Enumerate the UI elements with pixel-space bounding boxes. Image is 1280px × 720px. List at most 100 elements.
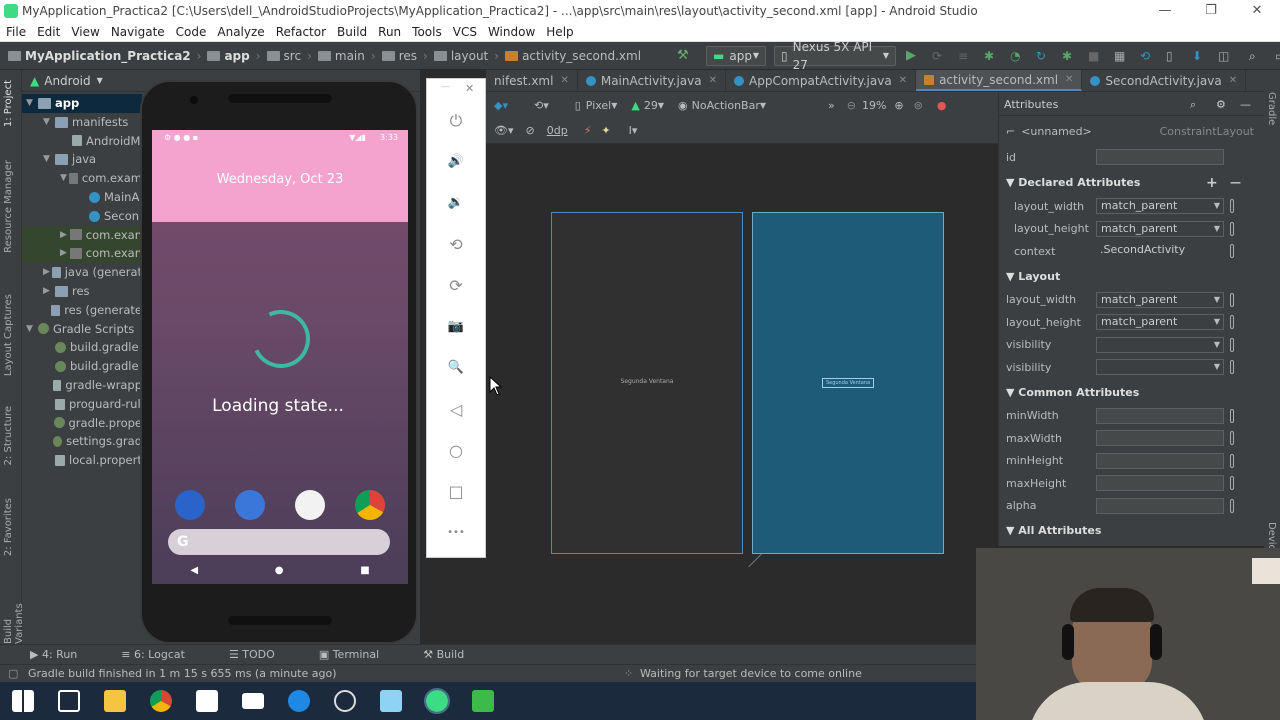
tree-item[interactable]: build.gradle — [22, 357, 142, 376]
stop-icon[interactable]: ■ — [1088, 49, 1104, 63]
power-icon[interactable]: ⏻ — [446, 111, 466, 131]
breadcrumb-layout[interactable]: layout › — [433, 49, 499, 63]
more-icon[interactable]: ••• — [446, 523, 466, 543]
attr-resource-picker[interactable] — [1230, 337, 1234, 352]
green-app-icon[interactable] — [472, 690, 494, 712]
attach-debugger-icon[interactable]: ↻ — [1036, 49, 1052, 63]
breadcrumb-res[interactable]: res › — [381, 49, 428, 63]
phone-home-button[interactable]: ● — [275, 565, 284, 576]
tab-mainactivity[interactable]: MainActivity.java ✕ — [578, 70, 727, 91]
tree-item[interactable]: ▶ java (generat — [22, 263, 142, 282]
rerun-icon[interactable]: ⟳ — [932, 49, 948, 63]
attr-resource-picker[interactable] — [1230, 315, 1234, 329]
phone-back-button[interactable]: ◀ — [190, 565, 198, 576]
menu-analyze[interactable]: Analyze — [217, 22, 264, 41]
attr-value[interactable] — [1096, 475, 1224, 491]
chevron-down-icon[interactable]: ▼ — [26, 320, 38, 339]
search-icon[interactable]: ⌕ — [1249, 49, 1265, 63]
tool-layout-captures[interactable]: Layout Captures — [3, 294, 14, 376]
tool-favorites[interactable]: 2: Favorites — [3, 498, 14, 556]
unity-icon[interactable] — [334, 690, 356, 712]
tree-item[interactable]: gradle.prope — [22, 414, 142, 433]
blueprint-textview[interactable]: Segunda Ventana — [822, 378, 874, 388]
tab-secondactivity[interactable]: SecondActivity.java ✕ — [1082, 70, 1247, 91]
attr-resource-picker[interactable] — [1230, 292, 1234, 307]
file-explorer-icon[interactable] — [104, 690, 126, 712]
tree-item[interactable]: ▶ com.exan — [22, 244, 142, 264]
hide-icon[interactable]: — — [1240, 94, 1251, 116]
theme-select[interactable]: NoActionBar — [692, 99, 760, 112]
tab-manifest[interactable]: nifest.xml ✕ — [486, 70, 578, 91]
camera-icon[interactable]: 📷 — [446, 317, 466, 337]
error-icon[interactable]: ● — [937, 99, 947, 112]
design-textview[interactable]: Segunda Ventana — [551, 378, 743, 385]
attr-value[interactable] — [1096, 452, 1224, 469]
emulator-close-button[interactable]: ✕ — [465, 82, 474, 95]
gear-icon[interactable]: ⚙ — [1216, 94, 1226, 116]
tree-item[interactable]: build.gradle — [22, 338, 142, 357]
attr-value[interactable]: match_parent ▼ — [1096, 314, 1224, 330]
chrome-icon[interactable] — [150, 690, 172, 712]
home-icon[interactable]: ○ — [446, 441, 466, 461]
attr-value[interactable] — [1096, 497, 1224, 514]
tree-item[interactable]: local.propert — [22, 451, 142, 470]
tool-project[interactable]: 1: Project — [3, 80, 14, 127]
attr-resource-picker[interactable] — [1230, 453, 1234, 468]
emulator-minimize-button[interactable]: — — [441, 82, 450, 92]
attr-section-header[interactable]: ▼ Common Attributes — [1000, 382, 1262, 404]
menu-build[interactable]: Build — [337, 22, 367, 41]
tree-item[interactable]: res (generate — [22, 301, 142, 320]
tree-item[interactable]: ▼ java — [22, 150, 142, 169]
zoom-fit-icon[interactable]: ⊚ — [914, 99, 923, 112]
menu-vcs[interactable]: VCS — [453, 22, 477, 41]
tree-item[interactable]: proguard-rul — [22, 395, 142, 414]
close-icon[interactable]: ✕ — [1065, 69, 1073, 91]
tree-item[interactable]: ▶ com.exan — [22, 225, 142, 245]
attr-section-header[interactable]: ▼ All Attributes — [1000, 520, 1262, 542]
attach-process-icon[interactable]: ✱ — [1062, 49, 1078, 63]
chevron-down-icon[interactable]: ▼ — [1214, 315, 1220, 329]
menu-view[interactable]: View — [71, 22, 99, 41]
breadcrumb-src[interactable]: src › — [266, 49, 312, 63]
rotate-right-icon[interactable]: ⟳ — [446, 276, 466, 296]
tool-structure[interactable]: 2: Structure — [3, 406, 14, 465]
api-level-select[interactable]: 29 — [644, 99, 658, 112]
task-view-icon[interactable] — [58, 690, 80, 712]
device-select[interactable]: ▯ Nexus 5X API 27 ▼ — [774, 40, 896, 72]
breadcrumb-file[interactable]: activity_second.xml — [505, 49, 641, 63]
autoconnect-icon[interactable]: ⊘ — [526, 124, 535, 137]
hammer-icon[interactable]: ⚒ — [677, 49, 693, 63]
attr-resource-picker[interactable] — [1230, 221, 1234, 236]
tree-item[interactable]: AndroidM — [22, 132, 142, 151]
tree-item[interactable]: MainA — [22, 188, 142, 207]
attr-resource-picker[interactable] — [1230, 476, 1234, 490]
attr-resource-picker[interactable] — [1230, 244, 1234, 258]
tool-terminal[interactable]: ▣ Terminal — [319, 648, 401, 661]
run-icon[interactable]: ▶ — [906, 49, 922, 63]
attr-resource-picker[interactable] — [1230, 408, 1234, 423]
search-icon[interactable]: ⌕ — [1190, 94, 1196, 116]
tool-resource-manager[interactable]: Resource Manager — [3, 160, 14, 253]
tree-item[interactable]: ▼ manifests — [22, 113, 142, 132]
chevron-right-icon[interactable]: ▶ — [43, 263, 52, 282]
sdk-manager-icon[interactable]: ⬇ — [1192, 49, 1208, 63]
chevron-down-icon[interactable]: ▼ — [60, 169, 69, 188]
attr-section-header[interactable]: ▼ Declared Attributes + — — [1000, 172, 1262, 194]
zoom-out-icon[interactable]: ⊖ — [847, 99, 856, 112]
zoom-icon[interactable]: 🔍 — [446, 358, 466, 378]
restore-button[interactable]: ❐ — [1188, 0, 1234, 22]
attr-value[interactable]: match_parent ▼ — [1096, 291, 1224, 308]
device-manager-icon[interactable]: ▭ — [1275, 49, 1280, 63]
chevron-right-icon[interactable]: ▶ — [60, 244, 70, 263]
menu-edit[interactable]: Edit — [37, 22, 60, 41]
attr-resource-picker[interactable] — [1230, 498, 1234, 513]
overflow-icon[interactable]: » — [828, 99, 835, 112]
attr-value[interactable]: ▼ — [1096, 359, 1224, 375]
tree-item[interactable]: gradle-wrapp — [22, 376, 142, 395]
minimize-button[interactable]: — — [1142, 0, 1188, 22]
attr-value[interactable] — [1096, 430, 1224, 446]
background-task[interactable]: Waiting for target device to come online — [640, 665, 862, 683]
mail-icon[interactable] — [242, 693, 264, 709]
profile-icon[interactable]: ◔ — [1010, 49, 1026, 63]
attr-resource-picker[interactable] — [1230, 431, 1234, 445]
